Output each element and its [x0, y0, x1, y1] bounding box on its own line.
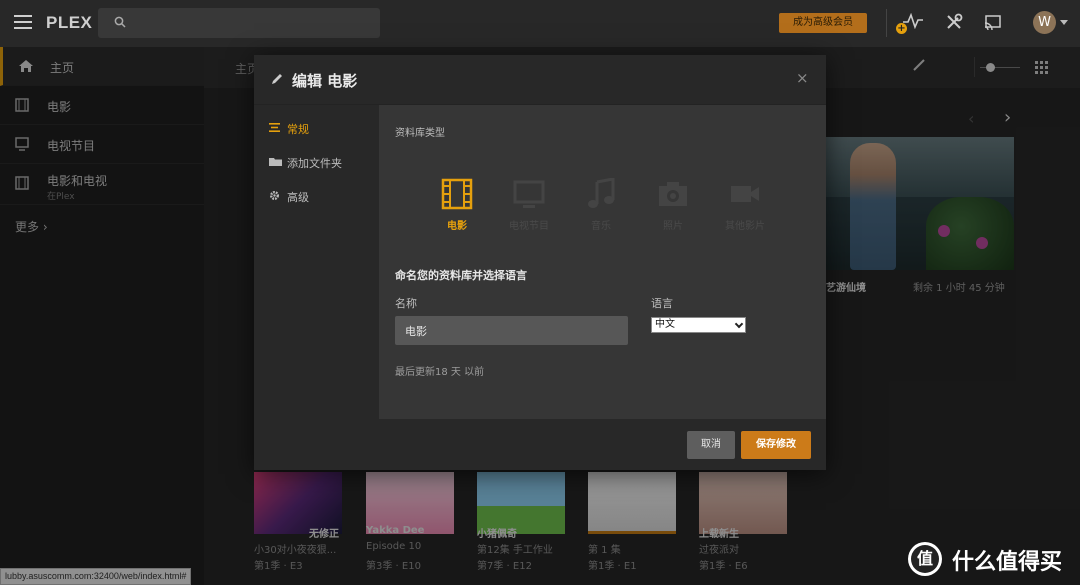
language-select[interactable]: 中文 — [651, 317, 746, 333]
dialog-header: 编辑 电影 × — [254, 55, 826, 105]
language-label: 语言 — [651, 297, 673, 310]
save-button[interactable]: 保存修改 — [741, 431, 811, 459]
avatar[interactable]: W — [1033, 11, 1056, 34]
cancel-button[interactable]: 取消 — [687, 431, 735, 459]
chevron-down-icon — [734, 319, 744, 329]
film-icon — [441, 178, 473, 210]
pencil-icon — [272, 74, 282, 84]
library-type-other-videos[interactable]: 其他影片 — [713, 175, 777, 235]
video-camera-icon — [731, 186, 759, 202]
edit-library-dialog: 编辑 电影 × 常规 添加文件夹 高级 资料库类型 电影 电视节目 音乐 照片 … — [254, 55, 826, 470]
tab-general[interactable]: 常规 — [254, 118, 379, 138]
library-name-input[interactable] — [395, 316, 628, 345]
close-icon[interactable]: × — [796, 69, 809, 87]
top-bar: PLEX 成为高级会员 + W — [0, 0, 1080, 47]
name-section-heading: 命名您的资料库并选择语言 — [395, 269, 527, 282]
tab-advanced[interactable]: 高级 — [254, 186, 379, 206]
last-updated-text: 最后更新18 天 以前 — [395, 367, 485, 378]
library-type-photos[interactable]: 照片 — [641, 175, 705, 235]
library-type-movies[interactable]: 电影 — [425, 175, 489, 235]
cast-icon[interactable] — [984, 14, 1002, 34]
chevron-down-icon[interactable] — [1060, 20, 1068, 25]
go-premium-button[interactable]: 成为高级会员 — [779, 13, 867, 33]
search-input[interactable] — [98, 8, 380, 38]
search-icon — [114, 16, 126, 28]
tv-icon — [513, 180, 545, 208]
divider — [886, 9, 887, 37]
activity-badge: + — [896, 23, 907, 34]
folder-icon — [269, 158, 282, 166]
dialog-title: 编辑 电影 — [292, 72, 358, 90]
tab-add-folder[interactable]: 添加文件夹 — [254, 152, 379, 172]
hamburger-menu-icon[interactable] — [14, 15, 32, 29]
activity-icon[interactable]: + — [896, 13, 923, 35]
list-icon — [269, 123, 280, 132]
gear-icon — [270, 191, 279, 200]
name-label: 名称 — [395, 297, 417, 310]
settings-tools-icon[interactable] — [945, 13, 963, 35]
music-icon — [588, 178, 615, 208]
plex-logo[interactable]: PLEX — [46, 13, 92, 33]
library-type-music[interactable]: 音乐 — [569, 175, 633, 235]
library-type-tv[interactable]: 电视节目 — [497, 175, 561, 235]
dialog-body: 资料库类型 电影 电视节目 音乐 照片 其他影片 命名您的资料库并选择语言 名称… — [379, 105, 826, 419]
dialog-nav: 常规 添加文件夹 高级 — [254, 105, 379, 419]
dialog-footer: 取消 保存修改 — [254, 419, 826, 470]
camera-icon — [659, 182, 687, 206]
library-type-label: 资料库类型 — [395, 128, 445, 139]
